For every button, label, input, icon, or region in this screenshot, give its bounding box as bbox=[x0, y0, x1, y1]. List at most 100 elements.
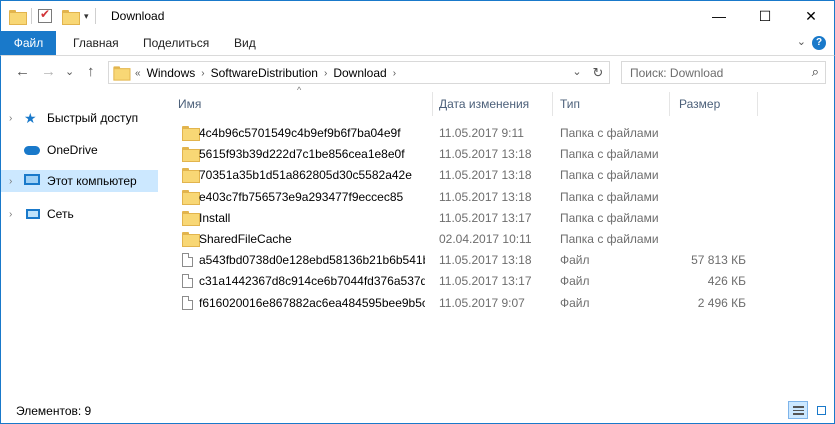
recent-locations-button[interactable]: ⌄ bbox=[65, 65, 74, 78]
file-list: ^ Имя Дата изменения Тип Размер 4c4b96c5… bbox=[160, 85, 835, 394]
sidebar-item-label: Быстрый доступ bbox=[47, 111, 139, 125]
tab-home[interactable]: Главная bbox=[73, 31, 119, 55]
help-icon[interactable]: ? bbox=[812, 36, 826, 50]
customize-toolbar-icon[interactable]: ▾ bbox=[84, 11, 89, 22]
file-date-modified: 02.04.2017 10:11 bbox=[439, 232, 532, 246]
details-view-button[interactable] bbox=[788, 401, 808, 419]
sidebar-item-quick-access[interactable]: › ★ Быстрый доступ bbox=[1, 107, 158, 129]
file-icon bbox=[182, 274, 193, 289]
folder-icon bbox=[9, 9, 27, 25]
folder-icon bbox=[182, 210, 200, 226]
breadcrumb-separator[interactable]: › bbox=[201, 68, 204, 79]
ribbon-tabs: Файл Главная Поделиться Вид ⌄ ? bbox=[0, 31, 835, 56]
file-name: c31a1442367d8c914ce6b7044fd376a537d... bbox=[199, 274, 425, 289]
large-icons-view-icon bbox=[817, 406, 826, 415]
table-row[interactable]: c31a1442367d8c914ce6b7044fd376a537d... 11… bbox=[178, 270, 758, 291]
file-date-modified: 11.05.2017 9:07 bbox=[439, 295, 525, 310]
file-type: Файл bbox=[560, 253, 590, 268]
large-icons-view-button[interactable] bbox=[811, 401, 831, 419]
file-size: 426 КБ bbox=[707, 274, 746, 289]
expand-chevron-icon[interactable]: › bbox=[9, 176, 12, 187]
expand-chevron-icon[interactable]: › bbox=[9, 209, 12, 220]
file-type: Папка с файлами bbox=[560, 168, 659, 183]
breadcrumb: « Windows › SoftwareDistribution › Downl… bbox=[135, 66, 396, 80]
breadcrumb-item-softwaredistribution[interactable]: SoftwareDistribution bbox=[211, 66, 318, 80]
minimize-button[interactable]: — bbox=[696, 1, 742, 31]
file-type: Папка с файлами bbox=[560, 210, 659, 225]
address-bar[interactable]: « Windows › SoftwareDistribution › Downl… bbox=[108, 61, 610, 84]
star-icon: ★ bbox=[24, 110, 37, 126]
toolbar-divider bbox=[31, 8, 32, 24]
toolbar-divider bbox=[94, 8, 96, 24]
table-row[interactable]: 4c4b96c5701549c4b9ef9b6f7ba04e9f 11.05.20… bbox=[178, 122, 758, 143]
folder-icon bbox=[182, 189, 200, 205]
table-row[interactable]: 70351a35b1d51a862805d30c5582a42e 11.05.20… bbox=[178, 164, 758, 185]
table-row[interactable]: e403c7fb756573e9a293477f9eccec85 11.05.20… bbox=[178, 186, 758, 207]
back-button[interactable]: ← bbox=[15, 63, 30, 80]
sidebar-item-onedrive[interactable]: OneDrive bbox=[1, 139, 158, 161]
refresh-button[interactable]: ↻ bbox=[588, 62, 608, 83]
quick-access-toolbar: ▾ bbox=[9, 7, 98, 25]
file-date-modified: 11.05.2017 9:11 bbox=[439, 126, 524, 140]
table-row[interactable]: 5615f93b39d222d7c1be856cea1e8e0f 11.05.20… bbox=[178, 143, 758, 164]
column-divider[interactable] bbox=[669, 92, 670, 116]
folder-icon bbox=[113, 66, 131, 81]
column-divider[interactable] bbox=[757, 92, 758, 116]
file-name: e403c7fb756573e9a293477f9eccec85 bbox=[199, 189, 404, 204]
column-header-name[interactable]: Имя bbox=[170, 92, 435, 116]
breadcrumb-item-windows[interactable]: Windows bbox=[147, 66, 196, 80]
tab-view[interactable]: Вид bbox=[234, 31, 256, 55]
table-row[interactable]: a543fbd0738d0e128ebd58136b21b6b541b... 11… bbox=[178, 249, 758, 270]
sidebar-item-label: Этот компьютер bbox=[47, 174, 137, 188]
file-date-modified: 11.05.2017 13:17 bbox=[439, 274, 532, 289]
breadcrumb-separator[interactable]: › bbox=[324, 68, 327, 79]
column-header-date[interactable]: Дата изменения bbox=[431, 92, 551, 116]
file-name: Install bbox=[199, 210, 231, 225]
file-date-modified: 11.05.2017 13:18 bbox=[439, 189, 532, 204]
forward-button[interactable]: → bbox=[41, 63, 56, 80]
expand-chevron-icon[interactable]: › bbox=[9, 113, 12, 124]
sidebar-item-label: OneDrive bbox=[47, 143, 98, 157]
folder-icon bbox=[182, 168, 200, 184]
column-header-type[interactable]: Тип bbox=[552, 92, 669, 116]
window-title: Download bbox=[111, 9, 165, 23]
column-header-size[interactable]: Размер bbox=[671, 92, 756, 116]
computer-icon bbox=[24, 174, 40, 188]
file-size: 2 496 КБ bbox=[697, 295, 746, 310]
status-bar: Элементов: 9 bbox=[0, 394, 835, 424]
sidebar-item-network[interactable]: › Сеть bbox=[1, 203, 158, 225]
file-icon bbox=[182, 253, 193, 268]
navigation-pane: › ★ Быстрый доступ OneDrive › Этот компь… bbox=[0, 89, 161, 394]
folder-icon bbox=[182, 147, 200, 163]
breadcrumb-separator[interactable]: › bbox=[393, 68, 396, 79]
breadcrumb-item-download[interactable]: Download bbox=[333, 66, 386, 80]
address-dropdown-icon[interactable]: ⌄ bbox=[567, 62, 587, 83]
properties-icon[interactable] bbox=[38, 7, 52, 23]
file-date-modified: 11.05.2017 13:18 bbox=[439, 147, 532, 162]
close-button[interactable]: ✕ bbox=[788, 1, 834, 31]
file-name: a543fbd0738d0e128ebd58136b21b6b541b... bbox=[199, 253, 425, 268]
file-size: 57 813 КБ bbox=[691, 253, 746, 268]
search-box[interactable]: Поиск: Download ⌕ bbox=[621, 61, 826, 84]
cloud-icon bbox=[24, 143, 40, 157]
tab-file[interactable]: Файл bbox=[1, 31, 56, 55]
file-type: Файл bbox=[560, 274, 590, 289]
file-type: Папка с файлами bbox=[560, 232, 659, 246]
search-input[interactable]: Поиск: Download bbox=[630, 66, 723, 80]
table-row[interactable]: SharedFileCache 02.04.2017 10:11 Папка с ф… bbox=[178, 228, 758, 249]
network-icon bbox=[24, 207, 40, 221]
maximize-button[interactable]: ☐ bbox=[742, 1, 788, 31]
up-button[interactable]: ↑ bbox=[87, 63, 95, 80]
table-row[interactable]: Install 11.05.2017 13:17 Папка с файлами bbox=[178, 207, 758, 228]
file-date-modified: 11.05.2017 13:17 bbox=[439, 210, 532, 225]
details-view-icon bbox=[793, 406, 804, 415]
file-name: 5615f93b39d222d7c1be856cea1e8e0f bbox=[199, 147, 405, 162]
file-name: 70351a35b1d51a862805d30c5582a42e bbox=[199, 168, 412, 183]
tab-share[interactable]: Поделиться bbox=[143, 31, 209, 55]
breadcrumb-overflow[interactable]: « bbox=[135, 68, 141, 79]
sidebar-item-this-pc[interactable]: › Этот компьютер bbox=[1, 170, 158, 192]
table-row[interactable]: f616020016e867882ac6ea484595bee9b5c5... 1… bbox=[178, 292, 758, 313]
ribbon-expand-icon[interactable]: ⌄ bbox=[797, 35, 806, 48]
search-icon[interactable]: ⌕ bbox=[812, 64, 819, 80]
new-folder-icon[interactable] bbox=[62, 9, 80, 25]
